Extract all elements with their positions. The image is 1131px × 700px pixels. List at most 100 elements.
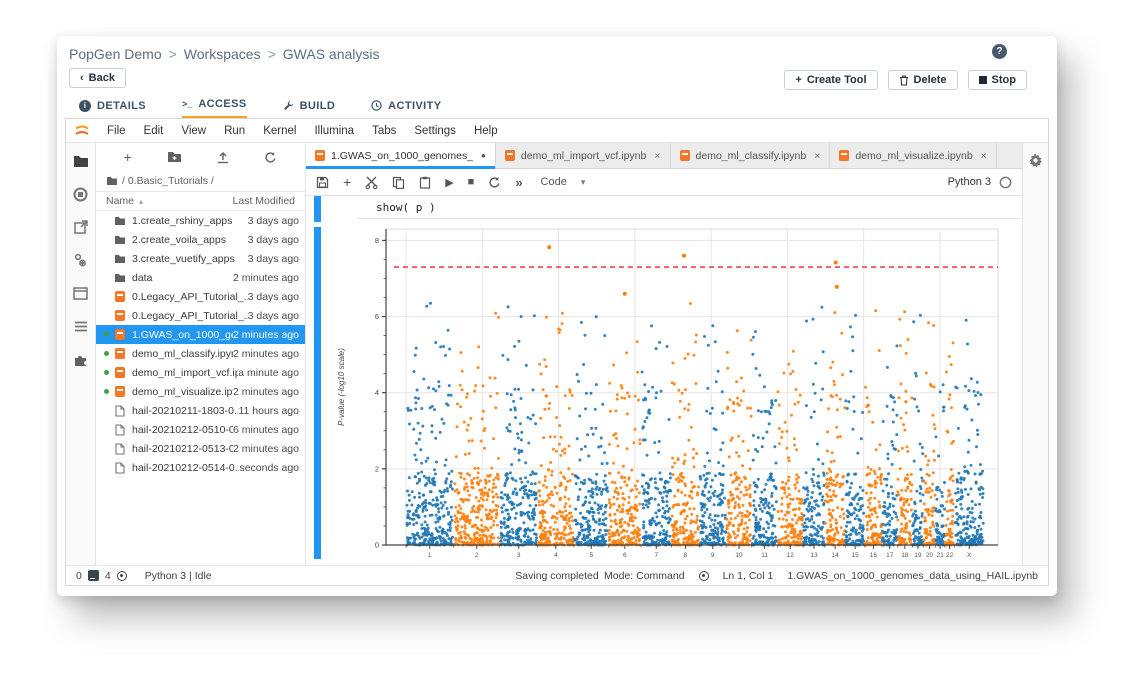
file-row[interactable]: data2 minutes ago: [96, 268, 305, 287]
interrupt-kernel-icon[interactable]: ■: [468, 176, 475, 188]
new-launcher-icon[interactable]: +: [124, 149, 132, 165]
right-sidebar-strip: [1022, 143, 1048, 565]
chevron-left-icon: ‹: [80, 72, 84, 84]
file-row[interactable]: hail-20210212-0514-0...seconds ago: [96, 458, 305, 477]
tabs-icon[interactable]: [73, 285, 89, 301]
tab-activity[interactable]: ACTIVITY: [371, 98, 441, 119]
notebook-icon: [112, 329, 127, 340]
close-icon[interactable]: ×: [814, 150, 820, 162]
extensions-icon[interactable]: [73, 351, 89, 367]
folder-icon: [106, 176, 118, 186]
table-of-contents-icon[interactable]: [73, 318, 89, 334]
file-icon: [112, 424, 127, 436]
notebook-icon: [112, 367, 127, 378]
kernel-status[interactable]: Python 3 | Idle: [145, 570, 212, 582]
breadcrumb-app[interactable]: PopGen Demo: [69, 46, 162, 62]
file-row[interactable]: demo_ml_visualize.ipynb2 minutes ago: [96, 382, 305, 401]
refresh-icon[interactable]: [264, 151, 277, 164]
stop-label: Stop: [992, 74, 1016, 86]
svg-text:20: 20: [926, 552, 934, 559]
close-icon[interactable]: ×: [654, 150, 660, 162]
menu-view[interactable]: View: [172, 125, 215, 137]
menu-run[interactable]: Run: [215, 125, 254, 137]
notebook-tab-label: demo_ml_classify.ipynb: [696, 150, 807, 162]
file-row[interactable]: 0.Legacy_API_Tutorial_...3 days ago: [96, 287, 305, 306]
running-kernel-dot: [104, 389, 109, 394]
commands-icon[interactable]: [73, 219, 89, 235]
file-name: 1.create_rshiny_apps: [132, 215, 248, 227]
breadcrumb-separator: >: [268, 46, 276, 62]
notebook-tab-import-vcf[interactable]: demo_ml_import_vcf.ipynb ×: [496, 143, 671, 168]
delete-button[interactable]: Delete: [888, 70, 958, 90]
trash-icon: [899, 75, 909, 86]
notebook-tab-visualize[interactable]: demo_ml_visualize.ipynb ×: [830, 143, 996, 168]
paste-cells-icon[interactable]: [419, 176, 431, 189]
back-button[interactable]: ‹ Back: [69, 68, 126, 88]
menu-kernel[interactable]: Kernel: [254, 125, 305, 137]
name-column-label: Name: [106, 195, 134, 207]
restart-kernel-icon[interactable]: [488, 176, 501, 189]
kernel-count[interactable]: 4: [105, 570, 111, 582]
file-row[interactable]: hail-20210211-1803-0...11 hours ago: [96, 401, 305, 420]
file-row[interactable]: 1.create_rshiny_apps3 days ago: [96, 211, 305, 230]
run-cell-icon[interactable]: ▶: [445, 176, 453, 189]
file-name: demo_ml_visualize.ipynb: [132, 386, 233, 398]
file-row[interactable]: 1.GWAS_on_1000_geno...2 minutes ago: [96, 325, 305, 344]
file-row[interactable]: demo_ml_import_vcf.ip...a minute ago: [96, 363, 305, 382]
copy-cells-icon[interactable]: [392, 176, 405, 189]
tab-access[interactable]: >_ ACCESS: [182, 98, 247, 119]
file-row[interactable]: hail-20210212-0513-0...2 minutes ago: [96, 439, 305, 458]
sort-by-name[interactable]: Name ▴: [106, 195, 233, 207]
stop-button[interactable]: Stop: [968, 70, 1027, 90]
cell-type-dropdown[interactable]: Code ▾: [541, 176, 586, 188]
file-row[interactable]: 0.Legacy_API_Tutorial_...3 days ago: [96, 306, 305, 325]
create-tool-button[interactable]: + Create Tool: [784, 70, 877, 90]
upload-icon[interactable]: [217, 151, 229, 164]
file-row[interactable]: 2.create_voila_apps3 days ago: [96, 230, 305, 249]
notebook-content[interactable]: show( p ) 024681234567891011121314151617…: [306, 196, 1022, 565]
tab-details-label: DETAILS: [97, 100, 146, 112]
menu-edit[interactable]: Edit: [135, 125, 173, 137]
terminal-count[interactable]: 0: [76, 570, 82, 582]
menu-tabs[interactable]: Tabs: [363, 125, 405, 137]
menu-settings[interactable]: Settings: [405, 125, 465, 137]
tab-details[interactable]: i DETAILS: [79, 98, 146, 119]
cut-cells-icon[interactable]: [365, 176, 378, 189]
file-row[interactable]: hail-20210212-0510-0...6 minutes ago: [96, 420, 305, 439]
tab-build[interactable]: BUILD: [283, 98, 336, 119]
running-sessions-icon[interactable]: [73, 186, 89, 202]
breadcrumb-workspaces[interactable]: Workspaces: [184, 46, 261, 62]
cursor-position[interactable]: Ln 1, Col 1: [723, 570, 774, 582]
editor-mode[interactable]: Mode: Command: [604, 570, 685, 582]
menu-illumina[interactable]: Illumina: [305, 125, 363, 137]
notebook-icon: [112, 291, 127, 302]
notebook-tab-classify[interactable]: demo_ml_classify.ipynb ×: [671, 143, 831, 168]
notebook-tab-label: demo_ml_visualize.ipynb: [855, 150, 972, 162]
file-row[interactable]: 3.create_vuetify_apps3 days ago: [96, 249, 305, 268]
property-inspector-gear-icon[interactable]: [1028, 153, 1043, 565]
menu-help[interactable]: Help: [465, 125, 507, 137]
restart-run-all-icon[interactable]: »: [515, 175, 522, 190]
menu-file[interactable]: File: [98, 125, 135, 137]
file-browser-icon[interactable]: [73, 153, 89, 169]
add-cell-icon[interactable]: +: [343, 174, 351, 190]
notebook-icon: [680, 150, 690, 161]
help-icon[interactable]: ?: [992, 44, 1007, 59]
folder-icon: [112, 273, 127, 283]
svg-text:17: 17: [886, 552, 894, 559]
file-name: 1.GWAS_on_1000_geno...: [132, 329, 233, 341]
breadcrumb-separator: >: [169, 46, 177, 62]
svg-text:6: 6: [375, 312, 379, 321]
settings-gear-icon[interactable]: [73, 252, 89, 268]
kernel-icon: [117, 571, 127, 581]
file-browser-breadcrumb[interactable]: / 0.Basic_Tutorials /: [96, 171, 305, 191]
notebook-tab-gwas[interactable]: 1.GWAS_on_1000_genomes_ ●: [306, 143, 496, 168]
kernel-indicator[interactable]: Python 3: [948, 176, 1012, 189]
code-cell-row[interactable]: show( p ): [358, 196, 1022, 219]
new-folder-icon[interactable]: [167, 151, 182, 163]
file-row[interactable]: demo_ml_classify.ipynb2 minutes ago: [96, 344, 305, 363]
save-icon[interactable]: [316, 176, 329, 189]
manhattan-plot-svg: 0246812345678910111213141516171819202122…: [330, 223, 1008, 565]
dirty-dot-icon[interactable]: ●: [481, 151, 486, 160]
close-icon[interactable]: ×: [981, 150, 987, 162]
